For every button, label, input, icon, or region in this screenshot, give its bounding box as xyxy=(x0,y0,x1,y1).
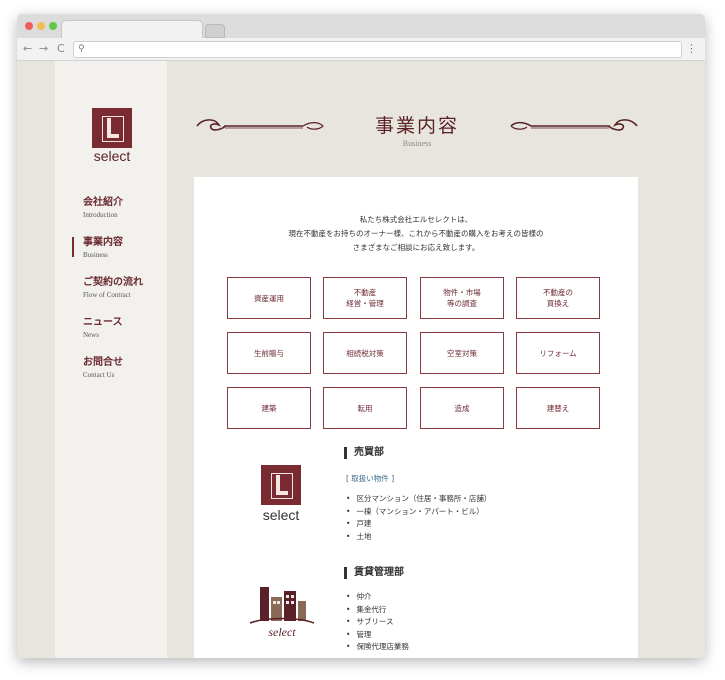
sales-logo-text: select xyxy=(262,507,300,523)
service-property-exchange[interactable]: 不動産の 買換え xyxy=(516,277,600,319)
tab-bar xyxy=(17,14,705,39)
section-title-rental: 賃貸管理部 xyxy=(344,567,404,579)
nav-sublabel: Flow of Contract xyxy=(83,291,131,299)
right-flourish-icon xyxy=(510,119,638,131)
service-label: 不動産の xyxy=(543,288,573,297)
intro-line: 現在不動産をお持ちのオーナー様、これから不動産の購入をお考えの皆様の xyxy=(288,229,544,238)
site-logo-text[interactable]: select xyxy=(85,148,139,164)
service-land-development[interactable]: 造成 xyxy=(420,387,504,429)
site-logo-icon[interactable] xyxy=(92,108,132,148)
sidebar-item-news[interactable]: ニュース News xyxy=(83,316,167,356)
page-subtitle: Business xyxy=(402,139,432,148)
logo-letter-foot xyxy=(276,491,288,495)
list-item: 土地 xyxy=(346,531,491,544)
intro-text: 私たち株式会社エルセレクトは、 現在不動産をお持ちのオーナー様、これから不動産の… xyxy=(194,213,638,255)
sidebar-item-flow-of-contract[interactable]: ご契約の流れ Flow of Contract xyxy=(83,276,167,316)
rental-list: 仲介 集金代行 サブリース 管理 保険代理店業務 xyxy=(346,591,409,654)
service-construction[interactable]: 建築 xyxy=(227,387,311,429)
service-vacancy-measures[interactable]: 空室対策 xyxy=(420,332,504,374)
service-market-research[interactable]: 物件・市場 等の調査 xyxy=(420,277,504,319)
list-item: 一棟（マンション・アパート・ビル） xyxy=(346,506,491,519)
sales-list: 区分マンション（住居・事務所・店舗） 一棟（マンション・アパート・ビル） 戸建 … xyxy=(346,493,491,543)
service-label: 相続税対策 xyxy=(346,348,384,358)
sidebar-item-contact[interactable]: お問合せ Contact Us xyxy=(83,356,167,396)
list-item: サブリース xyxy=(346,616,409,629)
service-asset-management[interactable]: 資産運用 xyxy=(227,277,311,319)
rental-logo-text: select xyxy=(268,625,296,639)
browser-toolbar: ← → C ⚲ ⋮ xyxy=(17,38,705,61)
service-conversion[interactable]: 転用 xyxy=(323,387,407,429)
close-window-icon[interactable] xyxy=(25,22,33,30)
list-item: 集金代行 xyxy=(346,604,409,617)
service-label: 空室対策 xyxy=(447,348,477,358)
business-card: 私たち株式会社エルセレクトは、 現在不動産をお持ちのオーナー様、これから不動産の… xyxy=(194,177,638,658)
browser-menu-icon[interactable]: ⋮ xyxy=(686,41,697,57)
sidebar-item-business[interactable]: 事業内容 Business xyxy=(72,236,167,276)
back-icon[interactable]: ← xyxy=(23,41,32,57)
service-label: リフォーム xyxy=(539,348,577,358)
nav-label: 事業内容 xyxy=(83,237,123,248)
intro-line: 私たち株式会社エルセレクトは、 xyxy=(359,215,473,224)
nav-sublabel: Introduction xyxy=(83,211,118,219)
service-label: 買換え xyxy=(546,299,570,308)
list-item: 保険代理店業務 xyxy=(346,641,409,654)
service-label: 生前贈与 xyxy=(254,348,284,358)
logo-letter-foot xyxy=(107,134,119,138)
sidebar-item-introduction[interactable]: 会社紹介 Introduction xyxy=(83,196,167,236)
intro-line: さまざまなご相談にお応え致します。 xyxy=(352,243,480,252)
service-inheritance-tax[interactable]: 相続税対策 xyxy=(323,332,407,374)
service-renovation[interactable]: リフォーム xyxy=(516,332,600,374)
nav-sublabel: Business xyxy=(83,251,108,259)
nav-sublabel: News xyxy=(83,331,99,339)
list-item: 区分マンション（住居・事務所・店舗） xyxy=(346,493,491,506)
reload-icon[interactable]: C xyxy=(57,41,65,57)
sidebar: select 会社紹介 Introduction 事業内容 Business ご… xyxy=(55,61,167,658)
service-label: 不動産 xyxy=(353,288,377,297)
sidebar-nav: 会社紹介 Introduction 事業内容 Business ご契約の流れ F… xyxy=(72,196,167,396)
minimize-window-icon[interactable] xyxy=(37,22,45,30)
list-item: 仲介 xyxy=(346,591,409,604)
list-item: 管理 xyxy=(346,629,409,642)
nav-label: 会社紹介 xyxy=(83,197,123,208)
active-indicator xyxy=(72,237,74,257)
nav-label: お問合せ xyxy=(83,357,123,368)
service-property-management[interactable]: 不動産 経営・管理 xyxy=(323,277,407,319)
service-label: 経営・管理 xyxy=(346,299,384,308)
section-title-sales: 売買部 xyxy=(344,447,384,459)
browser-tab-active[interactable] xyxy=(61,20,203,39)
forward-icon[interactable]: → xyxy=(39,41,48,57)
service-inter-vivos-gift[interactable]: 生前贈与 xyxy=(227,332,311,374)
nav-label: ニュース xyxy=(83,317,123,328)
service-label: 資産運用 xyxy=(254,293,284,303)
sales-logo-icon xyxy=(261,465,301,505)
logo-frame xyxy=(102,116,124,142)
maximize-window-icon[interactable] xyxy=(49,22,57,30)
service-label: 造成 xyxy=(454,403,470,413)
browser-window: ← → C ⚲ ⋮ select 会社紹介 Introduction 事業内容 … xyxy=(17,14,705,658)
new-tab-button[interactable] xyxy=(205,24,225,38)
list-item: 戸建 xyxy=(346,518,491,531)
section-tag-properties: [ 取扱い物件 ] xyxy=(346,474,395,483)
service-label: 等の調査 xyxy=(447,299,477,308)
address-bar[interactable]: ⚲ xyxy=(73,41,682,58)
service-label: 建築 xyxy=(261,403,277,413)
service-label: 転用 xyxy=(357,403,373,413)
service-label: 物件・市場 xyxy=(443,288,481,297)
service-rebuilding[interactable]: 建替え xyxy=(516,387,600,429)
search-icon: ⚲ xyxy=(78,44,85,54)
logo-frame xyxy=(271,473,293,499)
page-content: select 会社紹介 Introduction 事業内容 Business ご… xyxy=(17,61,705,658)
nav-sublabel: Contact Us xyxy=(83,371,115,379)
service-label: 建替え xyxy=(546,403,570,413)
page-heading: 事業内容 Business xyxy=(193,109,641,159)
nav-label: ご契約の流れ xyxy=(83,277,143,288)
